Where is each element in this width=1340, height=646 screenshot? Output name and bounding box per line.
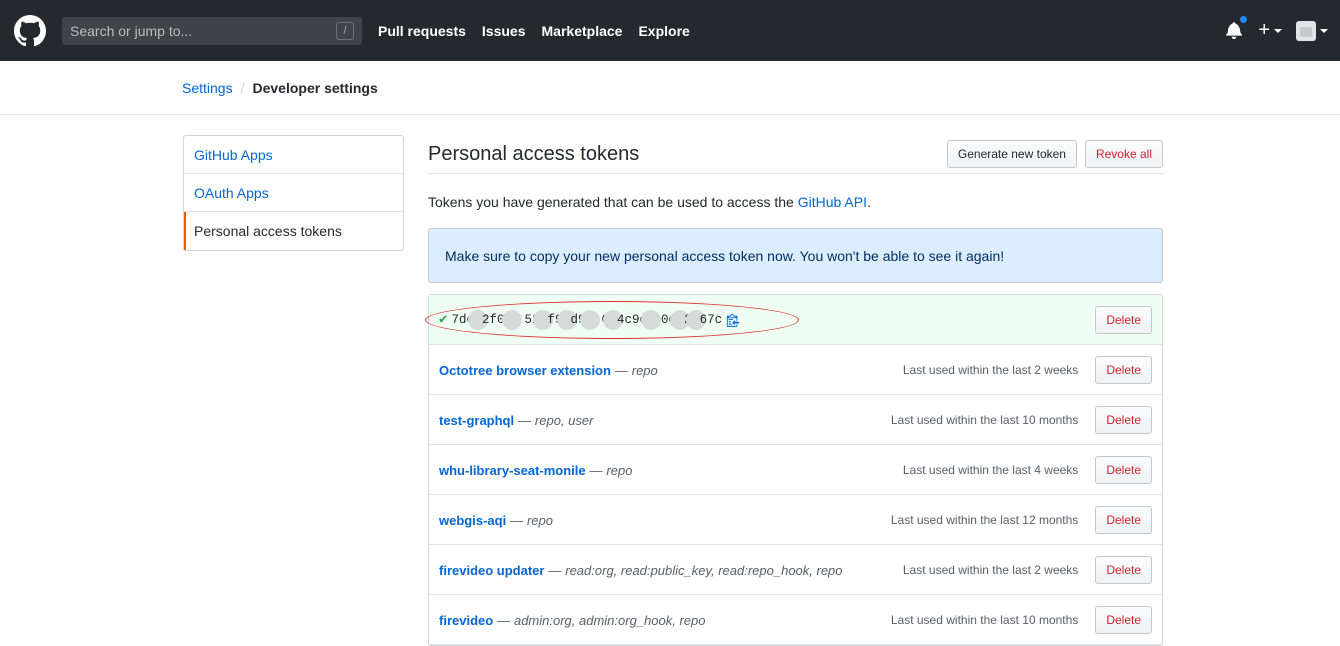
token-row: whu-library-seat-monile — repo Last used… [429, 445, 1162, 495]
chevron-down-icon [1274, 28, 1282, 33]
delete-button[interactable]: Delete [1095, 555, 1152, 584]
token-name-link[interactable]: whu-library-seat-monile [439, 463, 586, 478]
token-scopes: admin:org, admin:org_hook, repo [513, 612, 706, 628]
breadcrumb: Settings / Developer settings [0, 61, 1340, 115]
last-used-text: Last used within the last 10 months [890, 412, 1079, 427]
unread-indicator [1239, 14, 1249, 24]
redaction-blur [579, 309, 600, 330]
scope-separator: — [518, 412, 532, 428]
token-scopes: repo [631, 362, 658, 378]
sidebar-item-github-apps[interactable]: GitHub Apps [184, 136, 403, 174]
chevron-down-icon [1320, 28, 1328, 33]
token-row: webgis-aqi — repo Last used within the l… [429, 495, 1162, 545]
nav-marketplace[interactable]: Marketplace [542, 23, 623, 39]
token-row: Octotree browser extension — repo Last u… [429, 345, 1162, 395]
last-used-text: Last used within the last 12 months [890, 512, 1079, 527]
nav-pull-requests[interactable]: Pull requests [378, 23, 466, 39]
last-used-text: Last used within the last 2 weeks [902, 562, 1079, 577]
github-api-link[interactable]: GitHub API [798, 194, 867, 210]
global-nav: Pull requests Issues Marketplace Explore [378, 23, 706, 39]
token-segment: 2f0 [481, 312, 505, 327]
sidebar-item-personal-access-tokens[interactable]: Personal access tokens [184, 212, 403, 250]
delete-button[interactable]: Delete [1095, 605, 1152, 634]
avatar [1296, 20, 1316, 41]
last-used-text: Last used within the last 2 weeks [902, 362, 1079, 377]
new-token-row: ✔ 7de 2f0 52 f9 d9 0 4c9e 0c [425, 295, 1162, 345]
scope-separator: — [510, 512, 524, 528]
token-name-link[interactable]: test-graphql [439, 413, 514, 428]
header-actions: + [1226, 0, 1328, 61]
last-used-text: Last used within the last 10 months [890, 612, 1079, 627]
plus-icon: + [1258, 19, 1270, 41]
search-input[interactable] [70, 22, 320, 39]
redaction-blur [502, 309, 523, 330]
token-list: ✔ 7de 2f0 52 f9 d9 0 4c9e 0c [425, 294, 1163, 646]
subhead: Personal access tokens Generate new toke… [428, 135, 1163, 174]
breadcrumb-current: Developer settings [252, 79, 378, 96]
redaction-blur [641, 309, 662, 330]
breadcrumb-separator: / [240, 79, 245, 96]
breadcrumb-settings-link[interactable]: Settings [182, 80, 233, 96]
github-logo-icon[interactable] [14, 14, 46, 47]
new-token-value: ✔ 7de 2f0 52 f9 d9 0 4c9e 0c [439, 309, 740, 330]
copy-token-notice: Make sure to copy your new personal acce… [428, 228, 1163, 283]
search-shortcut-hint: / [336, 21, 354, 40]
page-title: Personal access tokens [428, 143, 640, 165]
token-scopes: repo, user [534, 412, 594, 428]
main-panel: Personal access tokens Generate new toke… [425, 135, 1163, 646]
site-header: / Pull requests Issues Marketplace Explo… [0, 0, 1340, 61]
delete-button[interactable]: Delete [1095, 505, 1152, 534]
notifications-bell-icon[interactable] [1226, 14, 1249, 41]
delete-button[interactable]: Delete [1095, 455, 1152, 484]
token-row: firevideo — admin:org, admin:org_hook, r… [429, 595, 1162, 645]
developer-settings-menu: GitHub Apps OAuth Apps Personal access t… [183, 135, 404, 251]
token-scopes: read:org, read:public_key, read:repo_hoo… [565, 562, 843, 578]
create-new-menu[interactable]: + [1258, 19, 1282, 42]
sidebar-item-oauth-apps[interactable]: OAuth Apps [184, 174, 403, 212]
tokens-description: Tokens you have generated that can be us… [428, 194, 1163, 210]
revoke-all-button[interactable]: Revoke all [1084, 140, 1163, 168]
scope-separator: — [497, 612, 511, 628]
token-scopes: repo [526, 512, 553, 528]
nav-issues[interactable]: Issues [482, 23, 526, 39]
nav-explore[interactable]: Explore [638, 23, 689, 39]
token-name-link[interactable]: firevideo [439, 613, 493, 628]
token-row: test-graphql — repo, user Last used with… [429, 395, 1162, 445]
generate-new-token-button[interactable]: Generate new token [946, 140, 1077, 168]
last-used-text: Last used within the last 4 weeks [902, 462, 1079, 477]
token-name-link[interactable]: Octotree browser extension [439, 363, 611, 378]
delete-button[interactable]: Delete [1095, 305, 1152, 334]
description-suffix: . [866, 194, 871, 210]
delete-button[interactable]: Delete [1095, 405, 1152, 434]
scope-separator: — [589, 462, 603, 478]
scope-separator: — [548, 562, 562, 578]
search-box[interactable]: / [62, 16, 362, 45]
clipboard-copy-icon[interactable] [726, 313, 740, 327]
delete-button[interactable]: Delete [1095, 355, 1152, 384]
token-scopes: repo [606, 462, 633, 478]
check-icon: ✔ [439, 312, 448, 328]
description-text: Tokens you have generated that can be us… [428, 194, 798, 210]
scope-separator: — [614, 362, 628, 378]
token-name-link[interactable]: webgis-aqi [439, 513, 506, 528]
user-menu[interactable] [1296, 20, 1328, 41]
token-name-link[interactable]: firevideo updater [439, 563, 544, 578]
token-segment: 67c [699, 312, 723, 327]
token-row: firevideo updater — read:org, read:publi… [429, 545, 1162, 595]
